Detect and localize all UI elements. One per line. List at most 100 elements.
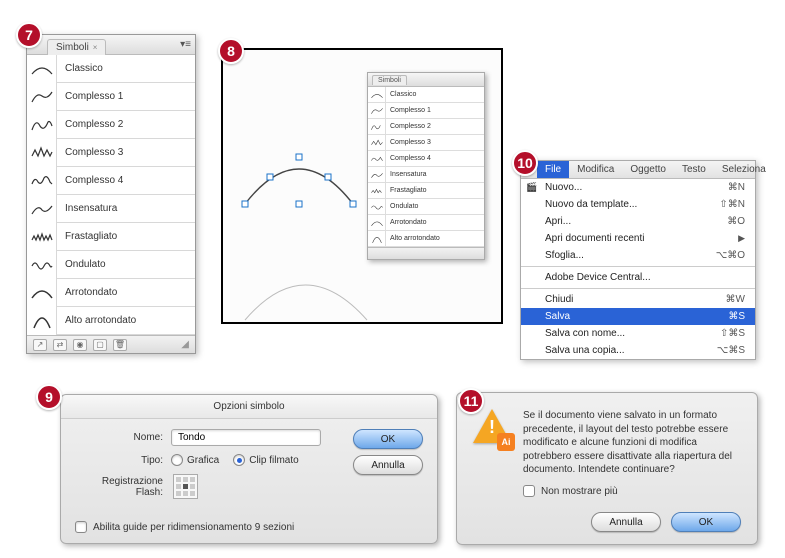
ai-badge-icon: Ai (497, 433, 515, 451)
menu-item-label: Salva una copia... (545, 345, 625, 356)
symbol-row[interactable]: Complesso 2 (27, 111, 195, 139)
symbol-row[interactable]: Complesso 4 (27, 167, 195, 195)
symbol-row[interactable]: Frastagliato (27, 223, 195, 251)
arc-shape-selected[interactable] (239, 144, 359, 214)
symbol-label: Insensatura (57, 203, 117, 214)
warning-message: Se il documento viene salvato in un form… (523, 409, 741, 477)
symbols-tab[interactable]: Simboli × (47, 39, 106, 55)
symbol-label: Arrotondato (57, 287, 117, 298)
symbol-thumb-classico (27, 55, 57, 83)
step-badge-10: 10 (512, 150, 538, 176)
menu-item-nuovo[interactable]: 🎬Nuovo...⌘N (521, 179, 755, 196)
symbol-label: Alto arrotondato (386, 235, 440, 242)
ok-button[interactable]: OK (671, 512, 741, 532)
dont-show-checkbox[interactable] (523, 485, 535, 497)
symbol-row[interactable]: Complesso 3 (27, 139, 195, 167)
symbol-row[interactable]: Classico (368, 87, 484, 103)
menu-testo[interactable]: Testo (674, 161, 714, 178)
symbol-thumb-ondulato (27, 251, 57, 279)
break-link-icon[interactable]: ⇄ (53, 339, 67, 351)
symbol-row[interactable]: Complesso 2 (368, 119, 484, 135)
menubar: File Modifica Oggetto Testo Seleziona (521, 161, 755, 179)
symbol-row[interactable]: Classico (27, 55, 195, 83)
resize-grip-icon[interactable]: ◢ (181, 339, 189, 350)
symbol-row[interactable]: Ondulato (27, 251, 195, 279)
menu-item-salva-copia[interactable]: Salva una copia...⌥⌘S (521, 342, 755, 359)
shortcut: ⌘O (727, 216, 745, 227)
symbol-options-dialog: Opzioni simbolo Nome: Tipo: Grafica Clip… (60, 394, 438, 544)
symbol-row[interactable]: Complesso 1 (27, 83, 195, 111)
cancel-button[interactable]: Annulla (591, 512, 661, 532)
symbol-row[interactable]: Insensatura (368, 167, 484, 183)
symbols-panel-titlebar[interactable]: ‹‹ Simboli × ▾≡ (27, 35, 195, 55)
menu-oggetto[interactable]: Oggetto (622, 161, 674, 178)
symbol-row[interactable]: Ondulato (368, 199, 484, 215)
warning-dialog: ! Ai Se il documento viene salvato in un… (456, 392, 758, 545)
menu-item-sfoglia[interactable]: Sfoglia... ⌥⌘O (521, 247, 755, 264)
symbol-row[interactable]: Complesso 1 (368, 103, 484, 119)
menu-item-label: Nuovo da template... (545, 199, 637, 210)
name-label: Nome: (75, 432, 171, 443)
menu-item-nuovo-template[interactable]: Nuovo da template...⇧⌘N (521, 196, 755, 213)
symbol-row[interactable]: Arrotondato (27, 279, 195, 307)
symbol-row[interactable]: Alto arrotondato (368, 231, 484, 247)
symbol-thumb-frastagliato (27, 223, 57, 251)
menu-separator (521, 288, 755, 289)
menu-file[interactable]: File (537, 161, 569, 178)
symbol-options-icon[interactable]: ◉ (73, 339, 87, 351)
symbols-panel-mini: Simboli Classico Complesso 1 Complesso 2… (367, 72, 485, 260)
symbol-row[interactable]: Complesso 4 (368, 151, 484, 167)
warning-icon: ! Ai (473, 409, 511, 447)
file-dropdown: 🎬Nuovo...⌘N Nuovo da template...⇧⌘N Apri… (521, 179, 755, 359)
menu-modifica[interactable]: Modifica (569, 161, 622, 178)
symbol-label: Frastagliato (57, 231, 117, 242)
radio-label: Grafica (187, 455, 219, 466)
symbol-thumb-alto-arrotondato (27, 307, 57, 335)
symbol-label: Complesso 4 (386, 155, 431, 162)
cancel-button[interactable]: Annulla (353, 455, 423, 475)
mini-footer (368, 247, 484, 259)
symbol-thumb-complesso4 (27, 167, 57, 195)
symbol-thumb-insensatura (27, 195, 57, 223)
symbol-label: Frastagliato (386, 187, 427, 194)
nine-slice-checkbox[interactable] (75, 521, 87, 533)
registration-grid[interactable] (173, 474, 198, 499)
symbol-label: Complesso 2 (386, 123, 431, 130)
symbols-panel: ‹‹ Simboli × ▾≡ Classico Complesso 1 Com… (26, 34, 196, 354)
shortcut: ⌥⌘O (716, 250, 745, 261)
symbol-row[interactable]: Complesso 3 (368, 135, 484, 151)
dont-show-label: Non mostrare più (541, 485, 618, 499)
symbol-row[interactable]: Insensatura (27, 195, 195, 223)
radio-grafica[interactable]: Grafica (171, 454, 219, 466)
menu-item-apri[interactable]: Apri...⌘O (521, 213, 755, 230)
menu-seleziona[interactable]: Seleziona (714, 161, 774, 178)
symbol-thumb-complesso2 (27, 111, 57, 139)
menu-item-recenti[interactable]: Apri documenti recenti▶ (521, 230, 755, 247)
ok-button[interactable]: OK (353, 429, 423, 449)
menu-item-salva[interactable]: Salva⌘S (521, 308, 755, 325)
symbol-row[interactable]: Arrotondato (368, 215, 484, 231)
submenu-arrow-icon: ▶ (738, 233, 745, 244)
shortcut: ⌘N (728, 182, 745, 193)
step-badge-7: 7 (16, 22, 42, 48)
new-symbol-icon[interactable]: ▢ (93, 339, 107, 351)
radio-clip-filmato[interactable]: Clip filmato (233, 454, 298, 466)
menu-item-label: Sfoglia... (545, 250, 584, 261)
symbol-label: Classico (386, 91, 416, 98)
place-symbol-icon[interactable]: ↗ (33, 339, 47, 351)
symbol-row[interactable]: Alto arrotondato (27, 307, 195, 335)
name-input[interactable] (171, 429, 321, 446)
menu-separator (521, 266, 755, 267)
close-icon[interactable]: × (93, 43, 98, 52)
symbol-row[interactable]: Frastagliato (368, 183, 484, 199)
menu-item-chiudi[interactable]: Chiudi⌘W (521, 291, 755, 308)
menu-item-salva-nome[interactable]: Salva con nome...⇧⌘S (521, 325, 755, 342)
mini-titlebar[interactable]: Simboli (368, 73, 484, 87)
menu-item-device-central[interactable]: Adobe Device Central... (521, 269, 755, 286)
panel-menu-icon[interactable]: ▾≡ (180, 39, 191, 50)
arc-shape-outline (241, 262, 371, 322)
shortcut: ⌘W (726, 294, 745, 305)
flash-reg-label: Registrazione Flash: (75, 476, 171, 498)
symbol-label: Classico (57, 63, 103, 74)
delete-symbol-icon[interactable]: 🗑 (113, 339, 127, 351)
